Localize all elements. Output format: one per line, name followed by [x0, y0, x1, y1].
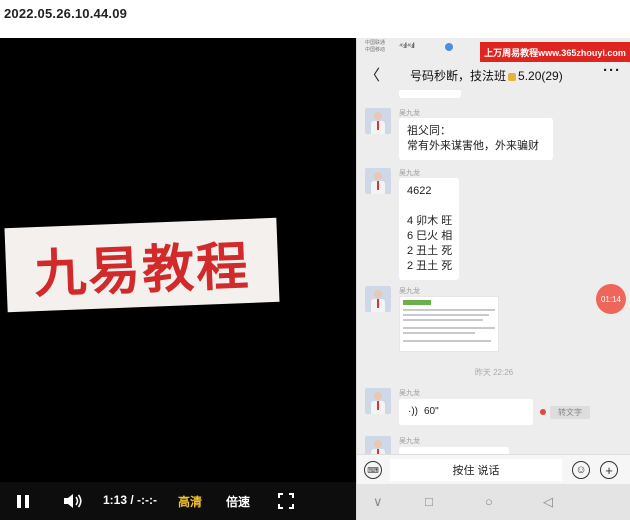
message-line: 4622 [407, 185, 432, 197]
chat-input-bar: ⌨ 按住 说话 ☺ + [357, 454, 630, 484]
image-message-thumbnail[interactable] [399, 296, 499, 352]
voice-message[interactable]: ·)) 60" [399, 399, 533, 425]
chat-title-text: 号码秒断，技法班 [410, 69, 507, 83]
phone-chat-screen: 中国联通 中国移动 ⁴⁶.ıll ⁴⁶.ıll 上万周易教程www.365zho… [356, 38, 630, 520]
video-controls: 1:13 / -:-:- 高清 倍速 [0, 482, 356, 520]
bluetooth-icon [445, 43, 453, 51]
sender-name: 吴九龙 [399, 288, 420, 295]
chat-title-count: 5.20(29) [518, 69, 563, 83]
signal-icon: ⁴⁶.ıll ⁴⁶.ıll [399, 43, 415, 50]
avatar[interactable] [365, 168, 391, 194]
previous-message-bubble [399, 90, 461, 98]
unread-dot [540, 409, 546, 415]
quality-button[interactable]: 高清 [178, 493, 202, 510]
plus-icon[interactable]: + [600, 461, 618, 479]
message-line: 2 丑土 死 [407, 260, 453, 272]
message-line: 常有外来谋害他，外来骗财 [407, 140, 539, 152]
nav-recent-icon[interactable]: □ [425, 494, 433, 509]
avatar[interactable] [365, 108, 391, 134]
carrier-2: 中国移动 [365, 47, 386, 53]
keyboard-icon[interactable]: ⌨ [364, 461, 382, 479]
avatar[interactable] [365, 286, 391, 312]
message-line: 2 丑土 死 [407, 245, 453, 257]
convert-to-text-button[interactable]: 转文字 [550, 406, 590, 419]
voice-duration: 60" [424, 406, 439, 417]
voice-wave-icon: ·)) [408, 406, 418, 417]
nav-home-icon[interactable]: ○ [485, 494, 493, 509]
carrier-1: 中国联通 [365, 40, 386, 46]
timestamp-label: 2022.05.26.10.44.09 [4, 6, 128, 21]
promo-banner: 上万周易教程www.365zhouyi.com [480, 42, 630, 62]
nav-back-icon[interactable]: ◁ [543, 494, 553, 510]
screen: 2022.05.26.10.44.09 九易教程 1:13 / -:-:- 高清… [0, 0, 630, 520]
emoji-icon[interactable]: ☺ [572, 461, 590, 479]
message-line: 祖父同： [407, 125, 451, 137]
nav-down-icon[interactable]: ∨ [373, 494, 383, 510]
video-player[interactable]: 九易教程 1:13 / -:-:- 高清 倍速 [0, 38, 356, 520]
avatar[interactable] [365, 388, 391, 414]
watermark-logo: 九易教程 [4, 217, 280, 313]
more-icon[interactable]: ··· [603, 62, 621, 79]
message-bubble[interactable]: 4622 4 卯木 旺 6 巳火 相 2 丑土 死 2 丑土 死 [399, 178, 459, 280]
sender-name: 吴九龙 [399, 390, 420, 397]
system-nav-bar: ∨ □ ○ ◁ [357, 484, 630, 520]
message-bubble[interactable]: 祖父同： 常有外来谋害他，外来骗财 [399, 118, 553, 160]
volume-icon[interactable] [62, 492, 84, 510]
pause-icon[interactable] [14, 492, 32, 510]
sender-name: 吴九龙 [399, 438, 420, 445]
message-line: 4 卯木 旺 [407, 215, 453, 227]
hold-to-talk-button[interactable]: 按住 说话 [390, 459, 562, 481]
fullscreen-icon[interactable] [277, 492, 295, 510]
message-line [407, 199, 451, 214]
chat-title: 号码秒断，技法班 5.20(29) [410, 67, 563, 84]
playback-time: 1:13 / -:-:- [103, 493, 157, 507]
sender-name: 吴九龙 [399, 170, 420, 177]
sender-name: 吴九龙 [399, 110, 420, 117]
time-divider: 昨天 22:26 [474, 368, 514, 377]
speed-button[interactable]: 倍速 [226, 493, 250, 510]
chat-header: 〈 号码秒断，技法班 5.20(29) ··· [357, 62, 630, 86]
watermark-text: 九易教程 [33, 236, 252, 305]
group-tag-icon [508, 72, 517, 81]
carrier-info: 中国联通 中国移动 [365, 40, 385, 54]
floating-timer-button[interactable]: 01:14 [596, 284, 626, 314]
message-line: 6 巳火 相 [407, 230, 453, 242]
back-icon[interactable]: 〈 [365, 64, 380, 85]
